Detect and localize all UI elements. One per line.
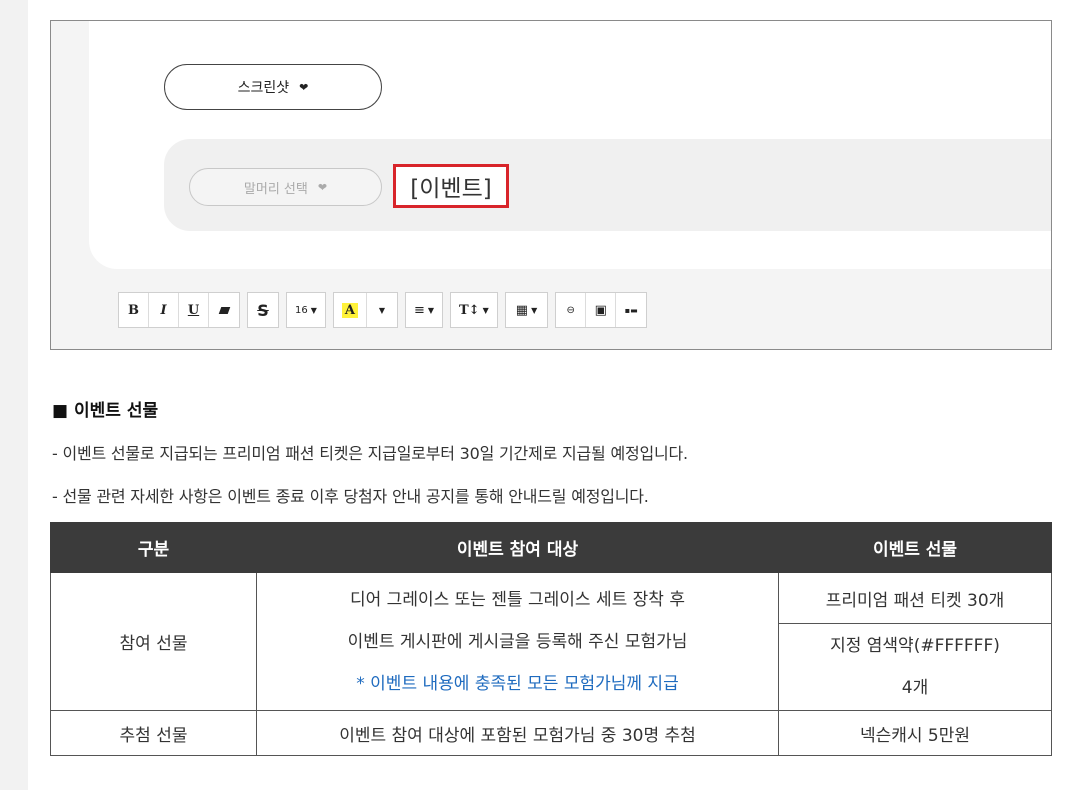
underline-button[interactable]: U	[179, 293, 209, 327]
event-gift-table: 구분 이벤트 참여 대상 이벤트 선물 참여 선물 디어 그레이스 또는 젠틀 …	[50, 522, 1052, 756]
italic-button[interactable]: I	[149, 293, 179, 327]
image-button[interactable]: ▣	[586, 293, 617, 327]
text-style-group: T↕ ▼	[450, 292, 498, 328]
text-color-icon: A	[341, 302, 358, 318]
text-style-icon: T↕	[459, 302, 480, 318]
category-select[interactable]: 스크린샷 ❤	[164, 64, 382, 110]
heading-select[interactable]: 말머리 선택 ❤	[189, 168, 382, 206]
target-line-1: 디어 그레이스 또는 젠틀 그레이스 세트 장착 후	[350, 589, 685, 610]
left-margin-strip	[0, 0, 28, 790]
caret-down-icon: ▼	[378, 305, 386, 315]
color-group: A ▼	[332, 292, 398, 328]
row-gift: 넥슨캐시 5만원	[778, 710, 1052, 756]
align-group: ≡ ▼	[404, 292, 444, 328]
link-button[interactable]: ⊖	[556, 293, 587, 327]
description-line-1: - 이벤트 선물로 지급되는 프리미엄 패션 티켓은 지급일로부터 30일 기간…	[52, 444, 688, 463]
row-target: 디어 그레이스 또는 젠틀 그레이스 세트 장착 후 이벤트 게시판에 게시글을…	[256, 572, 779, 711]
heading-select-label: 말머리 선택	[243, 181, 308, 197]
insert-group: ⊖ ▣ ▪▬	[555, 292, 648, 328]
title-row: 말머리 선택 ❤ [이벤트]	[164, 139, 1051, 231]
category-select-label: 스크린샷	[237, 80, 290, 96]
bold-button[interactable]: B	[119, 293, 149, 327]
table-group: ▦ ▼	[504, 292, 549, 328]
caret-down-icon: ▼	[482, 305, 489, 315]
row-category: 추첨 선물	[50, 710, 257, 756]
section-title: ■ 이벤트 선물	[52, 401, 159, 421]
description-line-2: - 선물 관련 자세한 사항은 이벤트 종료 이후 당첨자 안내 공지를 통해 …	[52, 487, 649, 506]
video-button[interactable]: ▪▬	[616, 293, 646, 327]
image-icon: ▣	[594, 302, 607, 318]
editor-toolbar: B I U S 16 ▼ A ▼ ≡ ▼ T↕ ▼ ▦ ▼ ⊖ ▣ ▪▬	[118, 291, 654, 329]
row-category: 참여 선물	[50, 572, 257, 711]
header-target: 이벤트 참여 대상	[256, 522, 779, 573]
gift-2-line-1: 지정 염색약(#FFFFFF)	[830, 636, 1000, 656]
strikethrough-button[interactable]: S	[248, 293, 278, 327]
video-icon: ▪▬	[624, 305, 638, 315]
header-category: 구분	[50, 522, 257, 573]
align-select[interactable]: ≡ ▼	[406, 293, 442, 327]
caret-down-icon: ▼	[531, 305, 538, 315]
chevron-down-icon: ❤	[299, 80, 309, 94]
align-icon: ≡	[413, 302, 425, 318]
text-color-dropdown[interactable]: ▼	[367, 293, 397, 327]
link-icon: ⊖	[566, 304, 575, 316]
table-icon: ▦	[515, 302, 529, 318]
table-select[interactable]: ▦ ▼	[506, 293, 547, 327]
format-group: B I U	[118, 292, 240, 328]
target-note: * 이벤트 내용에 충족된 모든 모험가님께 지급	[356, 673, 679, 694]
eraser-icon	[218, 306, 230, 314]
row-target: 이벤트 참여 대상에 포함된 모험가님 중 30명 추첨	[256, 710, 779, 756]
font-size-group: 16 ▼	[286, 292, 326, 328]
header-gift: 이벤트 선물	[778, 522, 1052, 573]
table-row: 참여 선물 디어 그레이스 또는 젠틀 그레이스 세트 장착 후 이벤트 게시판…	[50, 572, 1052, 711]
chevron-down-icon: ❤	[317, 180, 328, 194]
title-input-value: [이벤트]	[410, 176, 492, 202]
target-line-2: 이벤트 게시판에 게시글을 등록해 주신 모험가님	[347, 631, 688, 652]
table-header-row: 구분 이벤트 참여 대상 이벤트 선물	[50, 522, 1052, 573]
font-size-value: 16	[295, 304, 308, 316]
strike-group: S	[247, 292, 279, 328]
row-gift-2: 지정 염색약(#FFFFFF) 4개	[778, 623, 1052, 711]
editor-form: 스크린샷 ❤ 말머리 선택 ❤ [이벤트]	[89, 21, 1051, 269]
title-input[interactable]: [이벤트]	[393, 164, 509, 208]
row-gift-1: 프리미엄 패션 티켓 30개	[778, 572, 1052, 624]
editor-screenshot: 스크린샷 ❤ 말머리 선택 ❤ [이벤트] B I U S 16 ▼ A ▼ ≡…	[50, 20, 1052, 350]
gift-2-line-2: 4개	[901, 678, 929, 698]
caret-down-icon: ▼	[310, 305, 317, 315]
caret-down-icon: ▼	[427, 305, 435, 315]
text-style-select[interactable]: T↕ ▼	[451, 293, 497, 327]
font-size-select[interactable]: 16 ▼	[287, 293, 325, 327]
text-color-button[interactable]: A	[334, 293, 367, 327]
eraser-button[interactable]	[209, 293, 239, 327]
table-row: 추첨 선물 이벤트 참여 대상에 포함된 모험가님 중 30명 추첨 넥슨캐시 …	[50, 710, 1052, 756]
